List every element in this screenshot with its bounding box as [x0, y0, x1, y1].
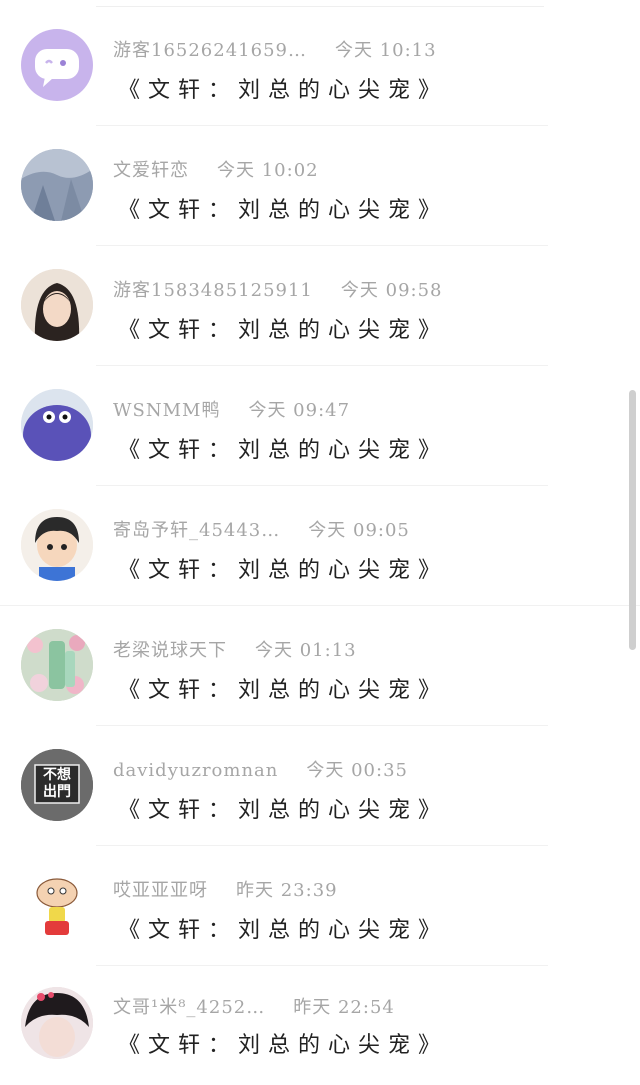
comment-row[interactable]: 游客16526241659… 今天 10:13 《文轩：刘总的心尖宠》: [0, 5, 640, 125]
comment-text: 《文轩：刘总的心尖宠》: [118, 558, 449, 583]
comment-text: 《文轩：刘总的心尖宠》: [118, 798, 449, 823]
comment-meta: 寄岛予轩_45443… 今天 09:05: [113, 516, 410, 542]
comment-text: 《文轩：刘总的心尖宠》: [118, 78, 449, 103]
username[interactable]: 文哥¹米⁸_4252…: [113, 997, 265, 1018]
username[interactable]: 哎亚亚亚呀: [113, 880, 208, 901]
comment-row[interactable]: 游客1583485125911 今天 09:58 《文轩：刘总的心尖宠》: [0, 245, 640, 365]
comment-meta: 游客1583485125911 今天 09:58: [113, 276, 443, 302]
comment-row[interactable]: WSNMM鸭 今天 09:47 《文轩：刘总的心尖宠》: [0, 365, 640, 485]
avatar[interactable]: [21, 389, 93, 461]
cartoon-stewie-icon: [21, 869, 93, 941]
comment-meta: 文爱轩恋 今天 10:02: [113, 156, 319, 182]
username[interactable]: 老梁说球天下: [113, 640, 227, 661]
username[interactable]: davidyuzromnan: [113, 760, 278, 781]
avatar[interactable]: [21, 629, 93, 701]
comment-text: 《文轩：刘总的心尖宠》: [118, 318, 449, 343]
photo-avatar-icon: [21, 149, 93, 221]
comment-text: 《文轩：刘总的心尖宠》: [118, 1033, 449, 1058]
timestamp: 今天 09:05: [308, 520, 410, 541]
photo-face-icon: [21, 987, 93, 1059]
comment-meta: 哎亚亚亚呀 昨天 23:39: [113, 876, 338, 902]
comment-meta: WSNMM鸭 今天 09:47: [113, 396, 350, 422]
comment-row[interactable]: 文哥¹米⁸_4252… 昨天 22:54 《文轩：刘总的心尖宠》: [0, 965, 640, 1085]
avatar[interactable]: [21, 149, 93, 221]
username[interactable]: 寄岛予轩_45443…: [113, 520, 280, 541]
avatar[interactable]: [21, 869, 93, 941]
username[interactable]: 游客1583485125911: [113, 280, 313, 301]
comment-meta: 游客16526241659… 今天 10:13: [113, 36, 437, 62]
comment-meta: davidyuzromnan 今天 00:35: [113, 756, 408, 782]
comment-text: 《文轩：刘总的心尖宠》: [118, 918, 449, 943]
chat-bubble-icon: [35, 49, 79, 87]
timestamp: 昨天 22:54: [293, 997, 395, 1018]
avatar[interactable]: [21, 269, 93, 341]
comment-meta: 文哥¹米⁸_4252… 昨天 22:54: [113, 993, 395, 1019]
cartoon-boy-icon: [21, 509, 93, 581]
comment-row[interactable]: 文爱轩恋 今天 10:02 《文轩：刘总的心尖宠》: [0, 125, 640, 245]
timestamp: 今天 10:13: [334, 40, 437, 61]
photo-avatar-icon: [21, 269, 93, 341]
timestamp: 今天 00:35: [306, 760, 408, 781]
comment-row[interactable]: 不想出門 davidyuzromnan 今天 00:35 《文轩：刘总的心尖宠》: [0, 725, 640, 845]
comment-text: 《文轩：刘总的心尖宠》: [118, 678, 449, 703]
avatar-sign-text: 不想出門: [43, 767, 71, 800]
username[interactable]: 游客16526241659…: [113, 40, 307, 61]
timestamp: 今天 10:02: [217, 160, 319, 181]
username[interactable]: 文爱轩恋: [113, 160, 189, 181]
timestamp: 今天 09:47: [248, 400, 351, 421]
comment-meta: 老梁说球天下 今天 01:13: [113, 636, 357, 662]
flowers-icon: [21, 629, 93, 701]
comment-row[interactable]: 老梁说球天下 今天 01:13 《文轩：刘总的心尖宠》: [0, 605, 640, 725]
scrollbar[interactable]: [629, 390, 636, 650]
avatar[interactable]: [21, 987, 93, 1059]
avatar[interactable]: 不想出門: [21, 749, 93, 821]
comment-row[interactable]: 哎亚亚亚呀 昨天 23:39 《文轩：刘总的心尖宠》: [0, 845, 640, 965]
timestamp: 昨天 23:39: [236, 880, 338, 901]
comment-row[interactable]: 寄岛予轩_45443… 今天 09:05 《文轩：刘总的心尖宠》: [0, 485, 640, 605]
comment-text: 《文轩：刘总的心尖宠》: [118, 438, 449, 463]
timestamp: 今天 09:58: [340, 280, 443, 301]
comment-text: 《文轩：刘总的心尖宠》: [118, 198, 449, 223]
purple-creature-icon: [21, 389, 93, 461]
avatar[interactable]: [21, 509, 93, 581]
avatar[interactable]: [21, 29, 93, 101]
username[interactable]: WSNMM鸭: [113, 400, 220, 421]
timestamp: 今天 01:13: [255, 640, 357, 661]
